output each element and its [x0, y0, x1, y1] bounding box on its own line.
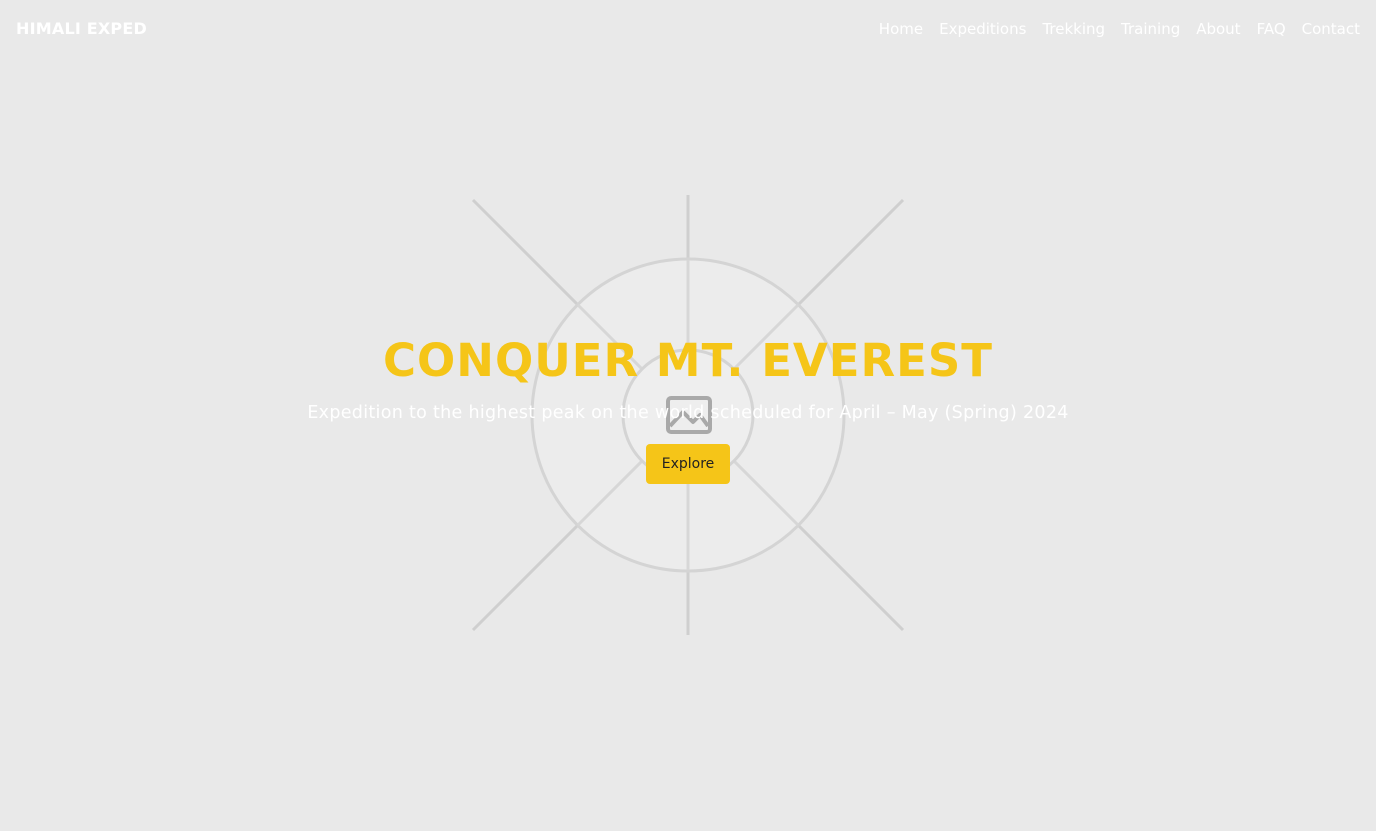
hero-title: CONQUER MT. EVEREST	[383, 334, 993, 387]
hero-subtitle: Expedition to the highest peak on the wo…	[307, 403, 1069, 423]
nav-link-faq[interactable]: FAQ	[1257, 20, 1286, 38]
nav-link-expeditions[interactable]: Expeditions	[939, 20, 1026, 38]
top-navbar: HIMALI EXPED Home Expeditions Trekking T…	[0, 0, 1376, 60]
explore-button[interactable]: Explore	[645, 444, 731, 484]
hero-section: CONQUER MT. EVEREST Expedition to the hi…	[0, 330, 1376, 484]
nav-link-trekking[interactable]: Trekking	[1042, 20, 1105, 38]
nav-links: Home Expeditions Trekking Training About…	[879, 20, 1360, 38]
page: HIMALI EXPED Home Expeditions Trekking T…	[0, 0, 1376, 831]
nav-link-about[interactable]: About	[1196, 20, 1240, 38]
nav-link-contact[interactable]: Contact	[1302, 20, 1360, 38]
nav-link-home[interactable]: Home	[879, 20, 923, 38]
brand-logo[interactable]: HIMALI EXPED	[16, 19, 147, 38]
nav-link-training[interactable]: Training	[1121, 20, 1180, 38]
